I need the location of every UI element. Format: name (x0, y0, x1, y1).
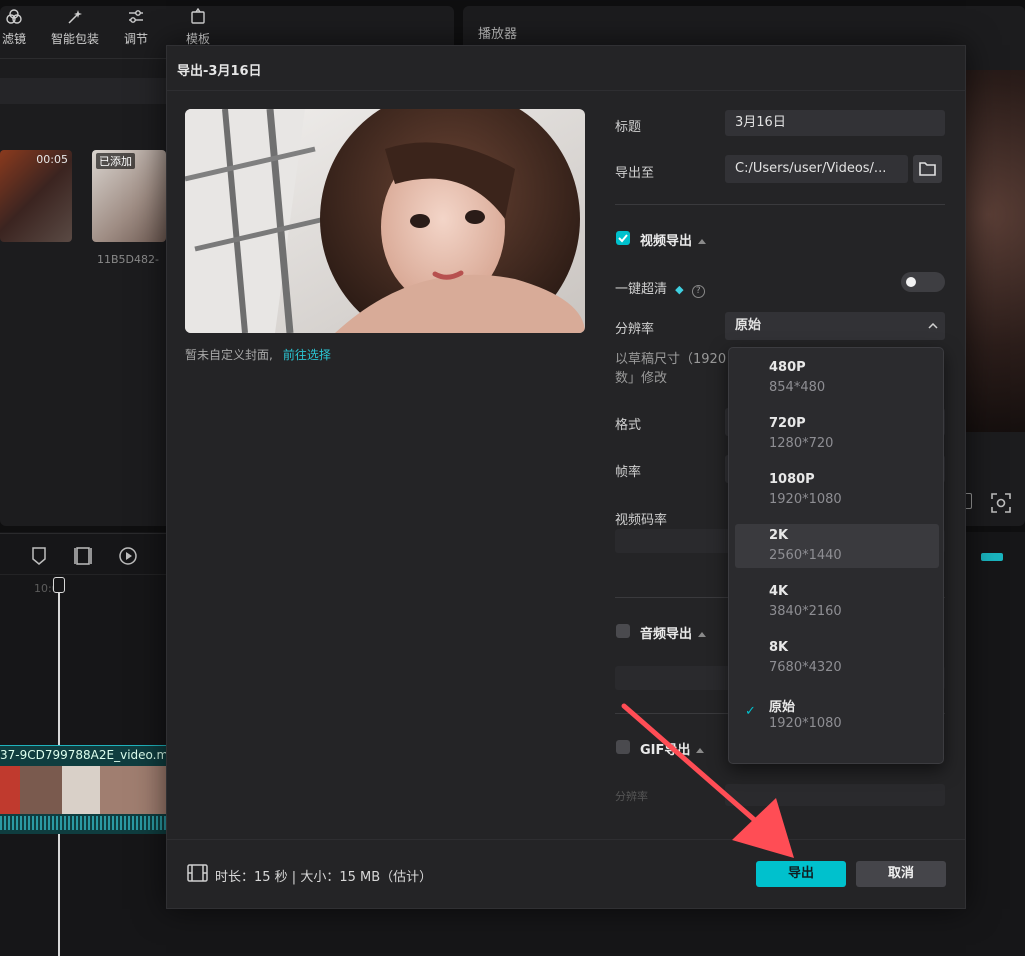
dialog-title: 导出-3月16日 (177, 64, 262, 79)
timeline-tools-divider (0, 533, 166, 534)
split-icon[interactable] (72, 545, 94, 567)
resolution-select-value: 原始 (735, 318, 762, 333)
toolbar-template[interactable]: 模板 (172, 8, 224, 47)
annotation-arrow (621, 703, 794, 858)
export-dialog: 导出-3月16日 暂未自定义封面, 前往选择 标题 3月16日 导出至 C:/U… (166, 45, 966, 909)
resolution-option-size: 2560*1440 (769, 548, 842, 563)
video-export-title[interactable]: 视频导出 (640, 230, 707, 249)
bitrate-label: 视频码率 (615, 513, 668, 528)
media-subheader (0, 78, 166, 104)
marker-icon[interactable] (28, 545, 50, 567)
timeline-clip-name: 37-9CD799788A2E_video.mp (0, 748, 176, 762)
timeline-frames (0, 766, 166, 814)
resolution-option-name: 1080P (769, 472, 815, 487)
template-icon (191, 8, 205, 24)
resolution-option[interactable]: 1080P 1920*1080 (735, 468, 939, 512)
film-icon (187, 864, 208, 882)
title-input[interactable]: 3月16日 (725, 110, 945, 136)
fps-label: 帧率 (615, 465, 642, 480)
dialog-footer: 时长：15 秒 | 大小：15 MB（估计） 导出 取消 (167, 839, 965, 908)
resolution-option-size: 7680*4320 (769, 660, 842, 675)
cover-photo (185, 109, 585, 333)
resolution-option[interactable]: 2K 2560*1440 (735, 524, 939, 568)
collapse-caret-icon[interactable] (698, 632, 707, 637)
media-clip-2-name: 11B5D482- (97, 253, 159, 266)
cover-note-text: 暂未自定义封面, (185, 348, 273, 362)
toolbar-smart-pack[interactable]: 智能包装 (49, 8, 101, 47)
help-icon[interactable]: ? (691, 285, 705, 298)
toolbar-template-label: 模板 (185, 32, 210, 46)
resolution-option-size: 1280*720 (769, 436, 834, 451)
player-preview (964, 70, 1025, 432)
resolution-option[interactable]: 480P 854*480 (735, 356, 939, 400)
toolbar-filter[interactable]: 滤镜 (0, 8, 40, 47)
sliders-icon (129, 10, 143, 23)
resolution-hint-line1: 以草稿尺寸（1920 (615, 352, 727, 367)
resolution-option-size: 1920*1080 (769, 492, 842, 507)
chevron-up-icon (928, 323, 938, 329)
play-circle-icon[interactable] (117, 545, 139, 567)
clip-duration: 00:05 (36, 153, 68, 166)
timeline-link-icon[interactable] (981, 553, 1003, 561)
folder-icon (919, 162, 936, 176)
resolution-option-name: 8K (769, 640, 789, 655)
media-clip-1[interactable]: 00:05 (0, 150, 72, 242)
export-to-label: 导出至 (615, 166, 655, 181)
resolution-option-size: 3840*2160 (769, 604, 842, 619)
audio-export-checkbox[interactable] (616, 624, 630, 638)
export-path-field[interactable]: C:/Users/user/Videos/... (725, 155, 908, 183)
resolution-option-name: 4K (769, 584, 789, 599)
resolution-option-size: 854*480 (769, 380, 826, 395)
title-label: 标题 (615, 120, 642, 135)
resolution-option[interactable]: 4K 3840*2160 (735, 580, 939, 624)
added-badge: 已添加 (96, 153, 135, 169)
playhead-handle[interactable] (53, 577, 65, 593)
resolution-option-name: 2K (769, 528, 789, 543)
resolution-option-name: 720P (769, 416, 806, 431)
resolution-label: 分辨率 (615, 322, 655, 337)
video-export-label: 视频导出 (640, 234, 693, 249)
resolution-select[interactable]: 原始 (725, 312, 945, 340)
toolbar-adjust-label: 调节 (123, 32, 148, 46)
resolution-option[interactable]: 720P 1280*720 (735, 412, 939, 456)
timeline-waveform (0, 816, 166, 830)
filter-icon (6, 9, 22, 24)
resolution-option-name: 480P (769, 360, 806, 375)
video-export-checkbox[interactable] (616, 231, 630, 245)
audio-export-title[interactable]: 音频导出 (640, 623, 707, 642)
divider-1 (615, 204, 945, 205)
enhance-label: 一键超清 ◆ ? (615, 278, 705, 298)
check-icon (618, 234, 628, 243)
cover-image[interactable] (185, 109, 585, 333)
toolbar-filter-label: 滤镜 (1, 32, 26, 46)
resolution-hint-line2: 数」修改 (615, 371, 668, 386)
dialog-header: 导出-3月16日 (167, 46, 965, 91)
cancel-button[interactable]: 取消 (856, 861, 946, 887)
browse-folder-button[interactable] (913, 155, 942, 183)
player-title: 播放器 (478, 27, 518, 42)
resolution-option[interactable]: 8K 7680*4320 (735, 636, 939, 680)
enhance-toggle[interactable] (901, 272, 945, 292)
cover-note: 暂未自定义封面, 前往选择 (185, 346, 331, 363)
enhance-label-text: 一键超清 (615, 282, 668, 297)
format-label: 格式 (615, 418, 642, 433)
choose-cover-link[interactable]: 前往选择 (283, 348, 331, 362)
toolbar-adjust[interactable]: 调节 (110, 8, 162, 47)
fullscreen-icon[interactable] (990, 492, 1012, 514)
diamond-icon: ◆ (675, 283, 684, 296)
collapse-caret-icon[interactable] (698, 239, 707, 244)
audio-export-label: 音频导出 (640, 627, 693, 642)
resolution-hint: 以草稿尺寸（1920 数」修改 (615, 350, 726, 388)
media-clip-2[interactable]: 已添加 (92, 150, 166, 242)
duration-size-info: 时长：15 秒 | 大小：15 MB（估计） (215, 870, 433, 885)
magic-wand-icon (68, 10, 82, 24)
toolbar-smart-pack-label: 智能包装 (50, 32, 99, 46)
toggle-knob (906, 277, 916, 287)
timeline-clip[interactable]: 37-9CD799788A2E_video.mp (0, 745, 176, 834)
timeline-ruler (0, 574, 166, 575)
